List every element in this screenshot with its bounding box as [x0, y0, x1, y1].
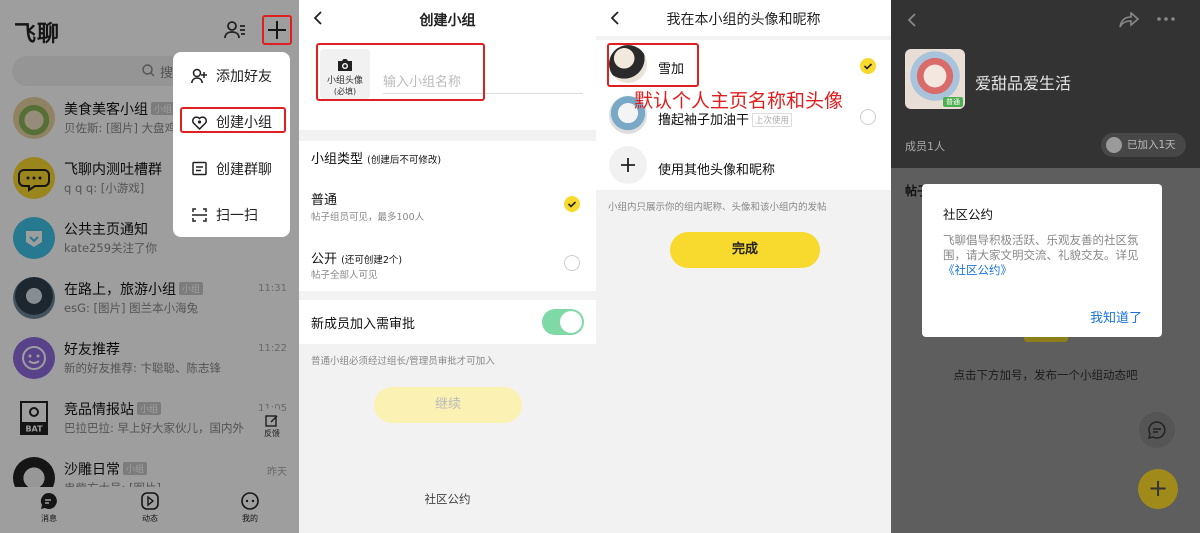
community-rules-dialog: 社区公约 飞聊倡导积极活跃、乐观友善的社区氛围，请大家文明交流、礼貌交友。详见《…	[922, 184, 1162, 337]
approval-label: 新成员加入需审批	[311, 317, 416, 332]
continue-button[interactable]: 继续	[374, 387, 522, 423]
add-contact-icon[interactable]	[224, 20, 246, 40]
group-home-panel: 普通 爱甜品爱生活 成员1人 已加入1天 帖子 点击下方加号，发布一个小组动态吧…	[891, 0, 1200, 533]
chat-button[interactable]	[1139, 412, 1175, 448]
menu-scan[interactable]: 扫一扫	[191, 205, 258, 225]
joined-badge: 已加入1天	[1101, 133, 1186, 157]
menu-add-friend[interactable]: 添加好友	[191, 66, 272, 86]
group-name-input[interactable]: 输入小组名称	[383, 71, 461, 90]
add-user-icon	[191, 68, 208, 84]
menu-label: 扫一扫	[216, 208, 258, 224]
identity-row-default[interactable]: 雪加	[596, 40, 891, 88]
menu-label: 创建群聊	[216, 162, 272, 178]
plus-menu: 添加好友 创建小组 创建群聊 扫一扫	[173, 52, 290, 237]
group-type-section: 小组类型 (创建后不可修改) 普通 帖子组员可见，最多100人 公开 (还可创建…	[299, 141, 596, 291]
camera-icon	[337, 58, 353, 72]
option-normal-desc: 帖子组员可见，最多100人	[311, 212, 425, 223]
identity-name: 使用其他头像和昵称	[658, 163, 776, 178]
group-name: 爱甜品爱生活	[975, 74, 1072, 93]
menu-create-chat[interactable]: 创建群聊	[191, 159, 272, 179]
group-basic-info: 创建小组 小组头像 (必填) 输入小组名称	[299, 0, 596, 130]
plus-icon	[609, 146, 647, 184]
rules-link[interactable]: 《社区公约》	[943, 263, 1012, 277]
identity-options: 雪加 撸起袖子加油干 上次使用 使用其他头像和昵称	[596, 40, 891, 190]
page-title: 创建小组	[419, 13, 476, 29]
back-icon[interactable]	[907, 12, 917, 28]
identity-panel: 我在本小组的头像和昵称 雪加 撸起袖子加油干 上次使用 使用其他头像和昵称 小组内…	[596, 0, 891, 533]
approval-toggle[interactable]	[542, 309, 584, 335]
menu-create-group[interactable]: 创建小组	[191, 112, 272, 132]
more-icon[interactable]	[1156, 16, 1176, 22]
identity-name: 雪加	[658, 62, 685, 77]
group-type-note: (创建后不可修改)	[367, 155, 442, 166]
heart-group-icon	[191, 114, 208, 130]
avatar	[609, 45, 647, 83]
approval-row: 新成员加入需审批	[299, 300, 596, 344]
done-button[interactable]: 完成	[670, 232, 820, 268]
add-post-button[interactable]: +	[1138, 469, 1178, 509]
group-avatar-picker[interactable]: 小组头像 (必填)	[320, 49, 370, 99]
dialog-body: 飞聊倡导积极活跃、乐观友善的社区氛围，请大家文明交流、礼貌交友。详见《社区公约》	[943, 233, 1139, 277]
share-icon[interactable]	[1119, 12, 1139, 28]
avatar-label: 小组头像	[326, 76, 363, 86]
page-title: 我在本小组的头像和昵称	[666, 12, 821, 28]
member-count: 成员1人	[905, 140, 945, 153]
annotation-text: 默认个人主页名称和头像	[634, 90, 844, 112]
radio-public[interactable]	[564, 255, 580, 271]
option-public-desc: 帖子全部人可见	[311, 270, 378, 281]
group-avatar: 普通	[905, 49, 965, 109]
option-public[interactable]: 公开 (还可创建2个)	[311, 248, 402, 267]
group-chat-icon	[191, 161, 208, 177]
avatar-required: (必填)	[333, 87, 357, 96]
identity-row-custom[interactable]: 使用其他头像和昵称	[596, 140, 891, 188]
toggle-knob	[560, 311, 582, 333]
option-normal[interactable]: 普通	[311, 189, 337, 208]
user-avatar-icon	[1106, 137, 1122, 153]
empty-hint: 点击下方加号，发布一个小组动态吧	[953, 368, 1138, 382]
create-group-panel: 创建小组 小组头像 (必填) 输入小组名称 小组类型 (创建后不可修改) 普通 …	[299, 0, 596, 533]
menu-label: 添加好友	[216, 69, 272, 85]
last-used-tag: 上次使用	[752, 113, 793, 127]
input-underline	[383, 93, 583, 94]
chat-bubble-icon	[1147, 420, 1167, 440]
dialog-ok-button[interactable]: 我知道了	[1090, 307, 1142, 326]
radio-selected[interactable]	[860, 58, 876, 74]
radio-option[interactable]	[860, 109, 876, 125]
identity-header: 我在本小组的头像和昵称	[596, 0, 891, 36]
approval-note: 普通小组必须经过组长/管理员审批才可加入	[311, 356, 495, 367]
group-type-badge: 普通	[943, 97, 963, 107]
group-type-label: 小组类型 (创建后不可修改)	[311, 152, 442, 167]
scan-icon	[191, 207, 208, 223]
messages-panel: 飞聊 搜索 美食美客小组小组 贝佐斯: [图片] 大盘鸡 飞聊内测吐槽群 q q…	[0, 0, 299, 533]
community-rules-link[interactable]: 社区公约	[299, 491, 596, 507]
menu-label: 创建小组	[216, 115, 272, 131]
group-header: 普通 爱甜品爱生活 成员1人 已加入1天	[891, 0, 1200, 168]
identity-note: 小组内只展示你的组内昵称、头像和该小组内的发帖	[608, 202, 827, 213]
option-public-note: (还可创建2个)	[341, 255, 403, 266]
dialog-title: 社区公约	[943, 207, 994, 222]
radio-normal-selected[interactable]	[564, 196, 580, 212]
